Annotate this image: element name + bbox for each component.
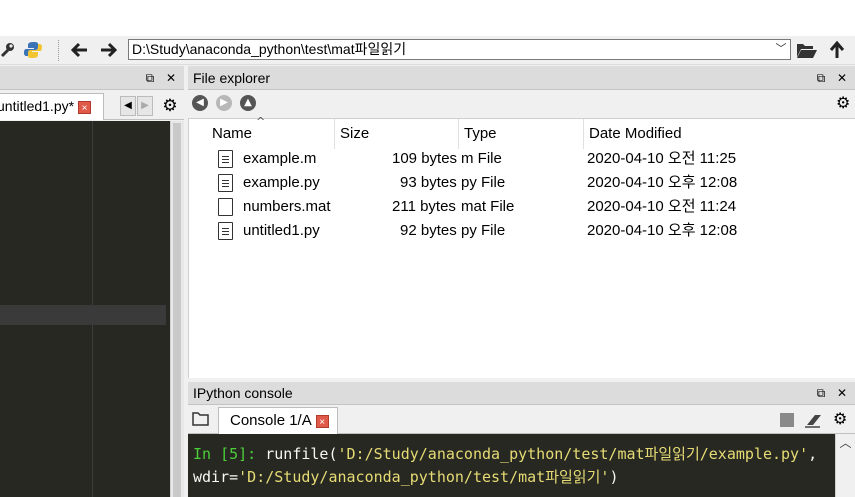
folder-icon[interactable] <box>192 411 210 427</box>
editor-scrollbar-thumb[interactable] <box>173 123 181 497</box>
sort-ascending-icon: ^ <box>256 115 266 128</box>
file-explorer-pane-controls[interactable]: ⧉ ✕ <box>817 66 851 90</box>
blank-file-icon <box>218 198 233 216</box>
tab-scroll-right-icon[interactable]: ▶ <box>137 96 153 116</box>
working-directory-text: D:\Study\anaconda_python\test\mat파일읽기 <box>132 41 407 57</box>
back-nav-icon[interactable]: ◀ <box>192 95 208 111</box>
tab-scroll-left-icon[interactable]: ◀ <box>120 96 136 116</box>
console-line-2: wdir='D:/Study/anaconda_python/test/mat파… <box>193 468 619 486</box>
forward-arrow-icon[interactable] <box>98 39 120 61</box>
console-pane-controls[interactable]: ⧉ ✕ <box>817 382 851 405</box>
list-item[interactable]: numbers.mat 211 bytes mat File 2020-04-1… <box>189 195 855 219</box>
file-explorer-nav: ◀ ▶ ▲ ⚙ <box>188 90 855 118</box>
editor-title-bar: ⧉ ✕ <box>0 66 184 90</box>
wrench-icon[interactable] <box>0 39 14 61</box>
back-arrow-icon[interactable] <box>68 39 90 61</box>
list-item[interactable]: example.py 93 bytes py File 2020-04-10 오… <box>189 171 855 195</box>
file-explorer-title-bar: File explorer ⧉ ✕ <box>188 66 855 90</box>
file-explorer-title: File explorer <box>193 70 271 86</box>
console-line-1: In [5]: runfile('D:/Study/anaconda_pytho… <box>193 445 818 463</box>
editor-tab-label: untitled1.py* <box>0 98 75 114</box>
chevron-down-icon[interactable]: ﹀ <box>774 40 788 59</box>
console-tab-label: Console 1/A <box>230 412 312 429</box>
main-toolbar: D:\Study\anaconda_python\test\mat파일읽기 ﹀ <box>0 36 855 65</box>
eraser-icon[interactable] <box>804 411 824 429</box>
working-directory-combo[interactable]: D:\Study\anaconda_python\test\mat파일읽기 ﹀ <box>128 39 791 60</box>
gear-icon[interactable]: ⚙ <box>160 96 180 116</box>
console-title: IPython console <box>193 385 293 401</box>
column-header-size[interactable]: Size <box>335 119 459 149</box>
editor-pane-controls[interactable]: ⧉ ✕ <box>146 66 180 90</box>
console-output[interactable]: In [5]: runfile('D:/Study/anaconda_pytho… <box>188 434 855 497</box>
python-icon[interactable] <box>22 39 44 61</box>
console-tab-bar: Console 1/A × ⚙ <box>188 405 855 434</box>
close-console-icon[interactable]: × <box>315 414 329 428</box>
text-file-icon <box>218 150 233 168</box>
editor-tab-untitled1[interactable]: untitled1.py* × <box>0 93 104 120</box>
gear-icon[interactable]: ⚙ <box>833 410 851 428</box>
text-file-icon <box>218 222 233 240</box>
console-tab-1a[interactable]: Console 1/A × <box>218 407 338 434</box>
column-header-date[interactable]: Date Modified <box>584 119 855 149</box>
editor-tab-bar: untitled1.py* × ◀ ▶ ⚙ <box>0 90 184 120</box>
console-title-bar: IPython console ⧉ ✕ <box>188 382 855 405</box>
close-tab-icon[interactable]: × <box>78 100 92 114</box>
up-arrow-icon[interactable] <box>826 39 848 61</box>
parent-dir-icon[interactable]: ▲ <box>240 95 256 111</box>
list-item[interactable]: example.m 109 bytes m File 2020-04-10 오전… <box>189 147 855 171</box>
current-line-highlight <box>0 305 166 325</box>
stop-icon[interactable] <box>780 413 794 427</box>
scroll-up-icon[interactable]: ︿ <box>839 436 851 450</box>
file-list[interactable]: Name ^ Size Type Date Modified example.m… <box>188 115 855 378</box>
list-item[interactable]: untitled1.py 92 bytes py File 2020-04-10… <box>189 219 855 243</box>
column-header-name[interactable]: Name <box>207 119 335 149</box>
gear-icon[interactable]: ⚙ <box>836 94 854 112</box>
input-prompt: In [5]: <box>193 445 257 463</box>
title-bar-area <box>0 0 855 36</box>
forward-nav-icon[interactable]: ▶ <box>216 95 232 111</box>
toolbar-separator <box>58 40 59 61</box>
text-file-icon <box>218 174 233 192</box>
column-header-type[interactable]: Type <box>459 119 584 149</box>
console-scrollbar[interactable]: ︿ <box>835 434 855 497</box>
folder-open-icon[interactable] <box>795 39 819 61</box>
